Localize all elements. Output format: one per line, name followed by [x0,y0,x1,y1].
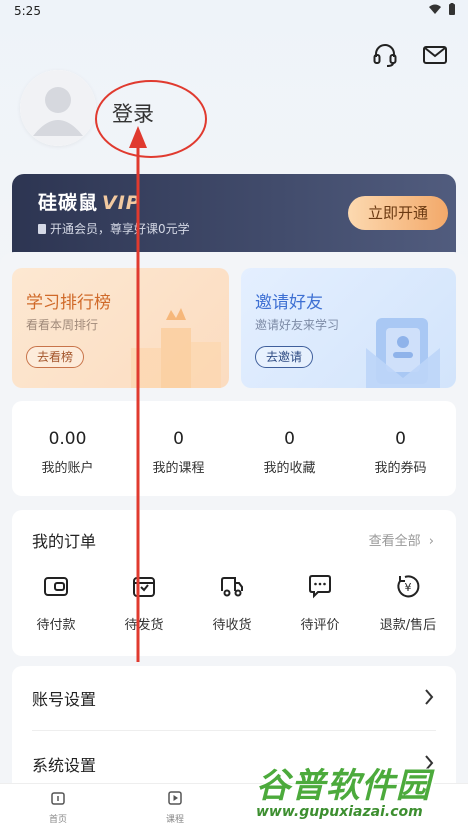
order-label: 待收货 [212,618,252,633]
invite-button[interactable]: 去邀请 [255,346,314,368]
order-label: 待发货 [124,618,164,633]
avatar[interactable] [20,70,96,146]
stat-value: 0 [395,429,406,449]
mail-icon[interactable] [422,42,448,68]
vip-open-button[interactable]: 立即开通 [348,196,448,230]
setting-label: 系统设置 [32,756,97,775]
order-refund[interactable]: ¥ 退款/售后 [364,572,452,642]
stat-favorites[interactable]: 0 我的收藏 [234,401,345,496]
svg-text:¥: ¥ [405,581,412,594]
tab-courses[interactable]: 课程 [135,790,215,825]
stat-value: 0 [173,429,184,449]
header-actions [372,42,448,68]
invite-envelope-icon [366,318,440,388]
leaderboard-subtitle: 看看本周排行 [26,318,99,332]
orders-view-all[interactable]: 查看全部 › [369,530,434,549]
status-icons [428,3,456,16]
setting-label: 账号设置 [32,690,97,709]
truck-icon [221,577,243,597]
vip-brand: 硅碳鼠 [38,192,99,214]
order-label: 退款/售后 [379,618,437,633]
stat-label: 我的收藏 [263,461,316,476]
refund-icon: ¥ [397,575,420,598]
stats-card: 0.00 我的账户 0 我的课程 0 我的收藏 0 我的券码 [12,401,456,496]
vip-subtitle-text: 开通会员，尊享好课0元学 [50,222,190,236]
order-label: 待付款 [36,618,76,633]
tab-label: 课程 [165,815,184,825]
stat-courses[interactable]: 0 我的课程 [123,401,234,496]
stat-value: 0.00 [48,429,87,449]
stat-value: 0 [284,429,295,449]
package-icon [133,577,155,597]
stat-label: 我的券码 [374,461,427,476]
invite-subtitle: 邀请好友来学习 [255,318,340,332]
watermark-url: www.gupuxiazai.com [256,804,423,820]
watermark-text: 谷普软件园 [256,766,431,806]
stat-account[interactable]: 0.00 我的账户 [12,401,123,496]
watermark: 谷普软件园 www.gupuxiazai.com [256,758,466,830]
orders-view-all-label: 查看全部 [368,534,421,549]
leaderboard-button[interactable]: 去看榜 [26,346,85,368]
trophy-podium-icon [131,308,221,388]
orders-title: 我的订单 [32,532,97,551]
chat-icon [309,575,331,599]
chevron-right-icon: › [428,534,434,549]
chevron-right-icon [425,689,434,705]
status-bar: 5:25 [0,0,468,22]
headset-icon[interactable] [372,42,398,68]
order-pending-shipment[interactable]: 待发货 [100,572,188,642]
vip-subtitle: 开通会员，尊享好课0元学 [38,220,190,237]
home-icon [51,792,65,805]
leaderboard-title: 学习排行榜 [26,293,111,313]
play-icon [168,791,182,805]
vip-title: 硅碳鼠 VIP [38,188,141,215]
order-label: 待评价 [300,618,340,633]
wallet-icon [44,577,68,596]
invite-title: 邀请好友 [255,293,323,313]
status-time: 5:25 [14,4,41,18]
account-settings-row[interactable]: 账号设置 [12,666,456,731]
order-pending-payment[interactable]: 待付款 [12,572,100,642]
orders-card: 我的订单 查看全部 › 待付款 待发货 待收货 待评价 ¥ 退款/售后 [12,510,456,656]
annotation-circle [95,80,207,158]
battery-icon [449,3,455,15]
stat-coupons[interactable]: 0 我的券码 [345,401,456,496]
tab-home[interactable]: 首页 [18,790,98,825]
user-avatar-icon [20,70,96,146]
leaderboard-card[interactable]: 学习排行榜 看看本周排行 去看榜 [12,268,229,388]
order-pending-review[interactable]: 待评价 [276,572,364,642]
tab-label: 首页 [48,815,67,825]
vip-doc-icon [38,224,46,234]
divider [32,730,436,731]
stat-label: 我的账户 [41,461,94,476]
wifi-icon [429,4,441,14]
order-pending-receipt[interactable]: 待收货 [188,572,276,642]
stat-label: 我的课程 [152,461,205,476]
vip-badge: VIP [102,192,141,214]
invite-card[interactable]: 邀请好友 邀请好友来学习 去邀请 [241,268,456,388]
